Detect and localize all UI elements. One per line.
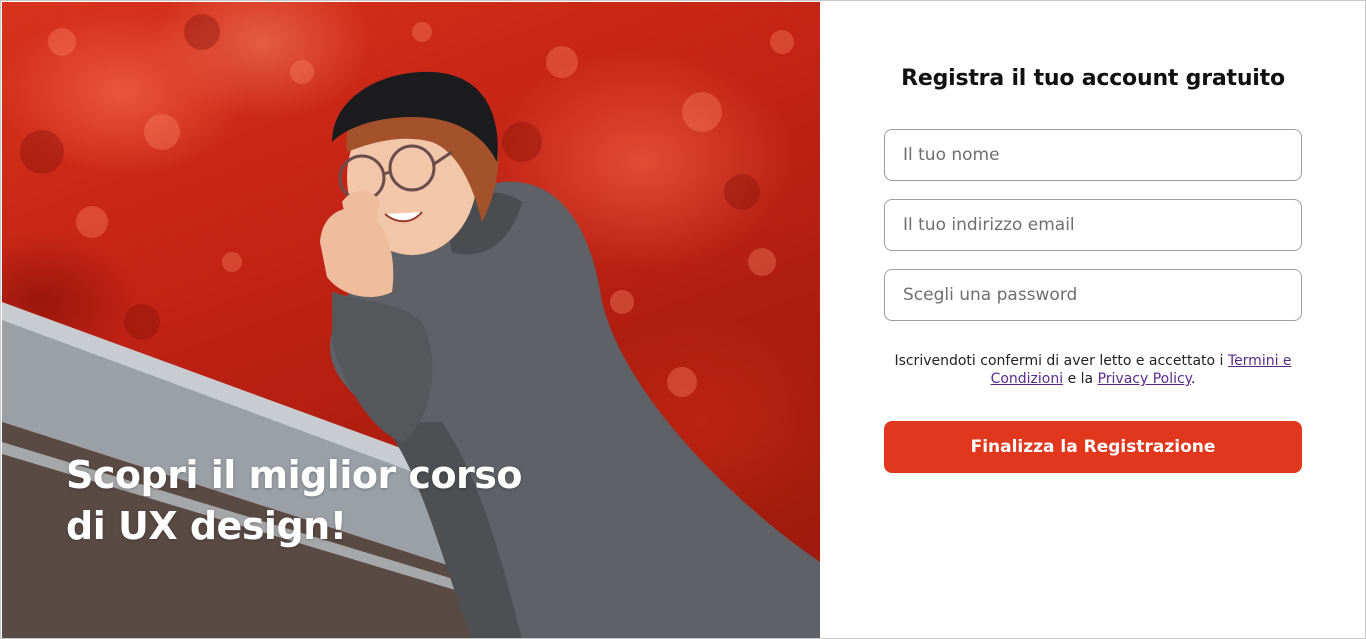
consent-middle: e la [1063,371,1098,387]
signup-page: Scopri il miglior corso di UX design! Re… [0,0,1366,639]
name-field[interactable] [884,129,1302,181]
hero-heading: Scopri il miglior corso di UX design! [66,450,586,552]
hero-image: Scopri il miglior corso di UX design! [2,2,820,638]
consent-text: Iscrivendoti confermi di aver letto e ac… [884,352,1302,388]
email-field[interactable] [884,199,1302,251]
password-field[interactable] [884,269,1302,321]
privacy-link[interactable]: Privacy Policy [1098,371,1191,387]
consent-prefix: Iscrivendoti confermi di aver letto e ac… [894,353,1228,369]
hero-heading-line-1: Scopri il miglior corso [66,453,523,497]
hero-heading-line-2: di UX design! [66,504,347,548]
submit-button[interactable]: Finalizza la Registrazione [884,421,1302,473]
consent-suffix: . [1190,371,1196,387]
signup-form-panel: Registra il tuo account gratuito Iscrive… [820,2,1365,638]
form-title: Registra il tuo account gratuito [901,66,1285,91]
